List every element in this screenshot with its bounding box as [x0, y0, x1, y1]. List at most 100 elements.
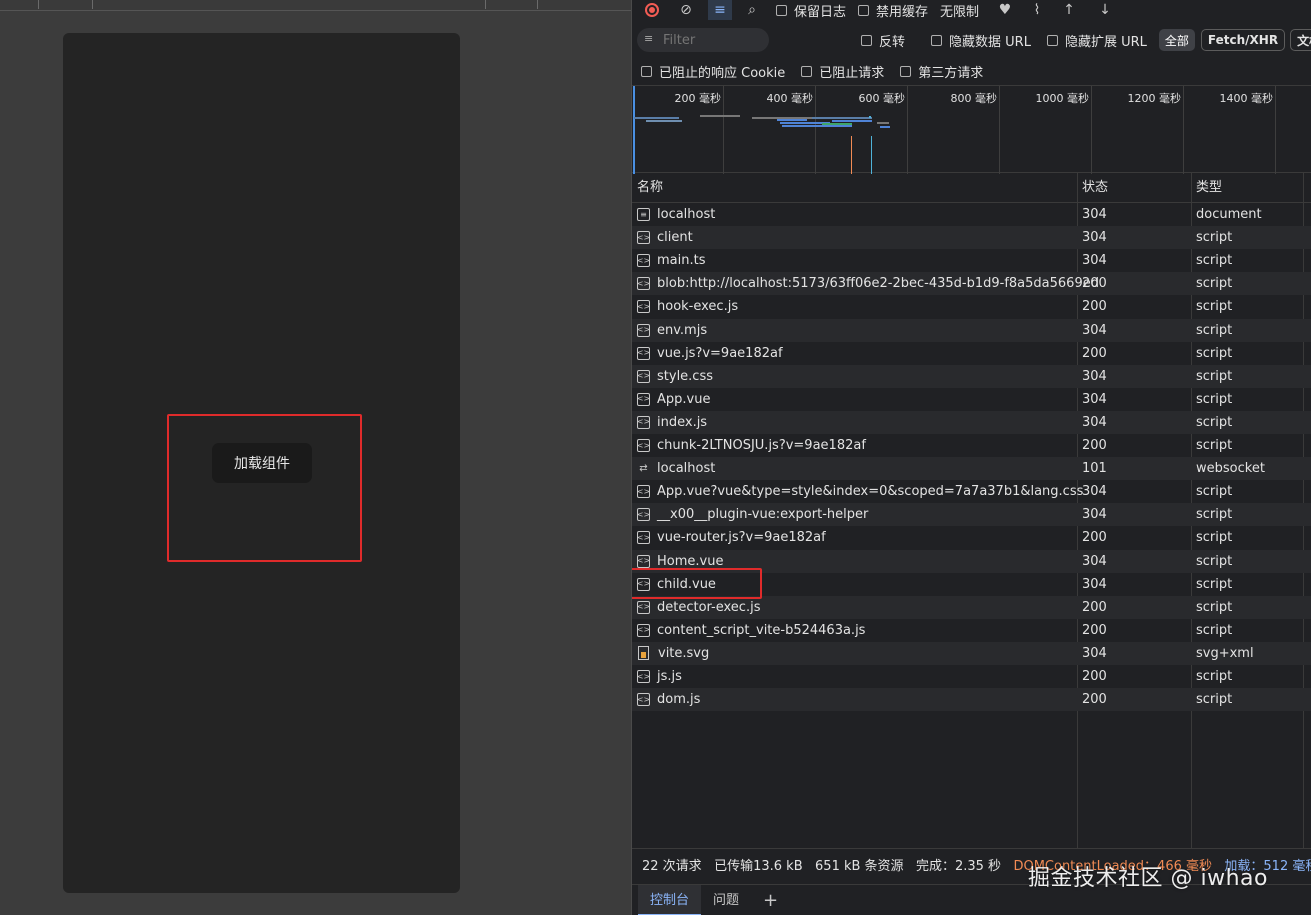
table-row[interactable]: ⇄ localhost 101 websocket [632, 457, 1311, 481]
table-row[interactable]: <> style.css 304 script [632, 364, 1311, 388]
request-name-cell: <> vue-router.js?v=9ae182af [637, 526, 826, 549]
blocked-cookies-checkbox[interactable]: 已阻止的响应 Cookie [641, 62, 785, 81]
request-type: script [1196, 576, 1233, 592]
checkbox-icon [1046, 34, 1058, 46]
request-name: detector-exec.js [657, 599, 761, 615]
request-name-cell: <> chunk-2LTNOSJU.js?v=9ae182af [637, 434, 866, 457]
table-row[interactable]: <> Home.vue 304 script [632, 549, 1311, 573]
request-type: document [1196, 207, 1262, 222]
request-status: 304 [1082, 507, 1107, 523]
blocked-requests-label: 已阻止请求 [819, 65, 885, 81]
table-row[interactable]: <> child.vue 304 script [632, 573, 1311, 596]
script-icon: <> [637, 670, 650, 683]
table-row[interactable]: <> App.vue 304 script [632, 388, 1311, 411]
summary-finish: 完成：2.35 秒 [915, 859, 1002, 874]
request-status: 200 [1082, 438, 1107, 453]
table-row[interactable]: <> client 304 script [632, 226, 1311, 250]
request-status: 200 [1082, 345, 1107, 361]
hide-data-url-checkbox[interactable]: 隐藏数据 URL [931, 31, 1031, 50]
request-status: 304 [1082, 368, 1107, 384]
clear-icon[interactable]: ⊘ [674, 0, 698, 20]
preserve-log-checkbox[interactable]: 保留日志 [776, 1, 846, 20]
filter-input[interactable] [637, 28, 769, 52]
image-icon [638, 646, 649, 661]
load-component-button[interactable]: 加载组件 [212, 443, 312, 483]
table-row[interactable]: ≡ localhost 304 document [632, 203, 1311, 226]
table-row[interactable]: <> dom.js 200 script [632, 688, 1311, 712]
request-name: localhost [657, 207, 716, 222]
third-party-checkbox[interactable]: 第三方请求 [900, 62, 983, 81]
disable-cache-checkbox[interactable]: 禁用缓存 [858, 1, 928, 20]
document-icon: ≡ [637, 208, 650, 221]
summary-transferred: 已传输13.6 kB [714, 859, 803, 874]
table-row[interactable]: <> __x00__plugin-vue:export-helper 304 scri… [632, 503, 1311, 527]
add-tab-button[interactable]: + [751, 885, 790, 915]
request-name-cell: <> child.vue [637, 573, 716, 596]
type-filter-doc[interactable]: 文档 [1290, 29, 1311, 51]
request-name-cell: ≡ localhost [637, 203, 715, 226]
export-icon[interactable]: ↓ [1093, 0, 1117, 20]
request-name-cell: <> client [637, 226, 693, 249]
request-status: 304 [1082, 484, 1107, 500]
column-header-type[interactable]: 类型 [1191, 173, 1303, 203]
table-row[interactable]: <> chunk-2LTNOSJU.js?v=9ae182af 200 script [632, 434, 1311, 457]
script-icon: <> [637, 231, 650, 245]
request-type: script [1196, 507, 1233, 523]
type-filter-all[interactable]: 全部 [1158, 29, 1195, 51]
table-row[interactable]: <> App.vue?vue&type=style&index=0&scoped=… [632, 480, 1311, 503]
tab-console[interactable]: 控制台 [638, 884, 702, 915]
third-party-label: 第三方请求 [918, 65, 984, 81]
tab-issues[interactable]: 问题 [701, 885, 751, 915]
table-row[interactable]: <> main.ts 304 script [632, 249, 1311, 272]
timeline-overview[interactable]: 200 毫秒 400 毫秒 600 毫秒 800 毫秒 1000 毫秒 1200… [632, 85, 1311, 174]
request-status: 304 [1082, 207, 1107, 222]
table-row[interactable]: vite.svg 304 svg+xml [632, 641, 1311, 665]
record-icon[interactable] [640, 0, 664, 20]
request-name-cell: <> vue.js?v=9ae182af [637, 342, 783, 365]
request-status: 200 [1082, 299, 1107, 315]
blocked-requests-checkbox[interactable]: 已阻止请求 [801, 62, 884, 81]
table-row[interactable]: <> blob:http://localhost:5173/63ff06e2-2b… [632, 272, 1311, 296]
filter-toggle-icon[interactable]: ≡ [708, 0, 732, 20]
script-icon: <> [637, 577, 650, 591]
disable-cache-label: 禁用缓存 [876, 4, 929, 20]
invert-label: 反转 [879, 34, 906, 50]
checkbox-icon [641, 65, 652, 77]
table-row[interactable]: <> vue.js?v=9ae182af 200 script [632, 342, 1311, 365]
table-row[interactable]: <> index.js 304 script [632, 410, 1311, 434]
table-row[interactable]: <> hook-exec.js 200 script [632, 295, 1311, 318]
wifi-conditions-icon[interactable]: ♥ [993, 0, 1017, 20]
timeline-tick-label: 1400 毫秒 [1219, 92, 1274, 105]
request-status: 304 [1082, 230, 1107, 246]
network-settings-icon[interactable]: ⌇ [1025, 0, 1049, 20]
request-name: dom.js [657, 692, 701, 708]
script-icon: <> [637, 485, 650, 499]
table-row[interactable]: <> env.mjs 304 script [632, 318, 1311, 342]
request-name: env.mjs [657, 322, 708, 338]
table-row[interactable]: <> js.js 200 script [632, 665, 1311, 688]
column-header-status[interactable]: 状态 [1077, 173, 1191, 203]
timeline-tick-label: 600 毫秒 [858, 92, 906, 105]
request-name-cell: vite.svg [637, 642, 709, 665]
script-icon: <> [637, 369, 650, 383]
blocked-cookies-label: 已阻止的响应 Cookie [659, 65, 786, 81]
table-row[interactable]: <> content_script_vite-b524463a.js 200 scri… [632, 619, 1311, 642]
invert-checkbox[interactable]: 反转 [861, 31, 905, 50]
timeline-tick-label: 200 毫秒 [674, 92, 722, 105]
column-header-name[interactable]: 名称 [632, 173, 1077, 203]
summary-requests: 22 次请求 [642, 859, 702, 874]
throttle-select[interactable]: 无限制 [940, 1, 979, 20]
request-status: 101 [1082, 461, 1107, 477]
request-type: script [1196, 484, 1233, 500]
request-type: script [1196, 230, 1233, 246]
script-icon: <> [637, 508, 650, 522]
script-icon: <> [637, 623, 650, 637]
table-row[interactable]: <> detector-exec.js 200 script [632, 595, 1311, 619]
search-icon[interactable]: ⌕ [740, 0, 764, 20]
type-filter-fetch[interactable]: Fetch/XHR [1200, 29, 1286, 51]
table-row[interactable]: <> vue-router.js?v=9ae182af 200 script [632, 526, 1311, 549]
script-icon: <> [637, 392, 650, 406]
import-icon[interactable]: ↑ [1057, 0, 1081, 20]
hide-ext-url-checkbox[interactable]: 隐藏扩展 URL [1046, 31, 1147, 50]
request-name-cell: <> __x00__plugin-vue:export-helper [637, 503, 869, 526]
